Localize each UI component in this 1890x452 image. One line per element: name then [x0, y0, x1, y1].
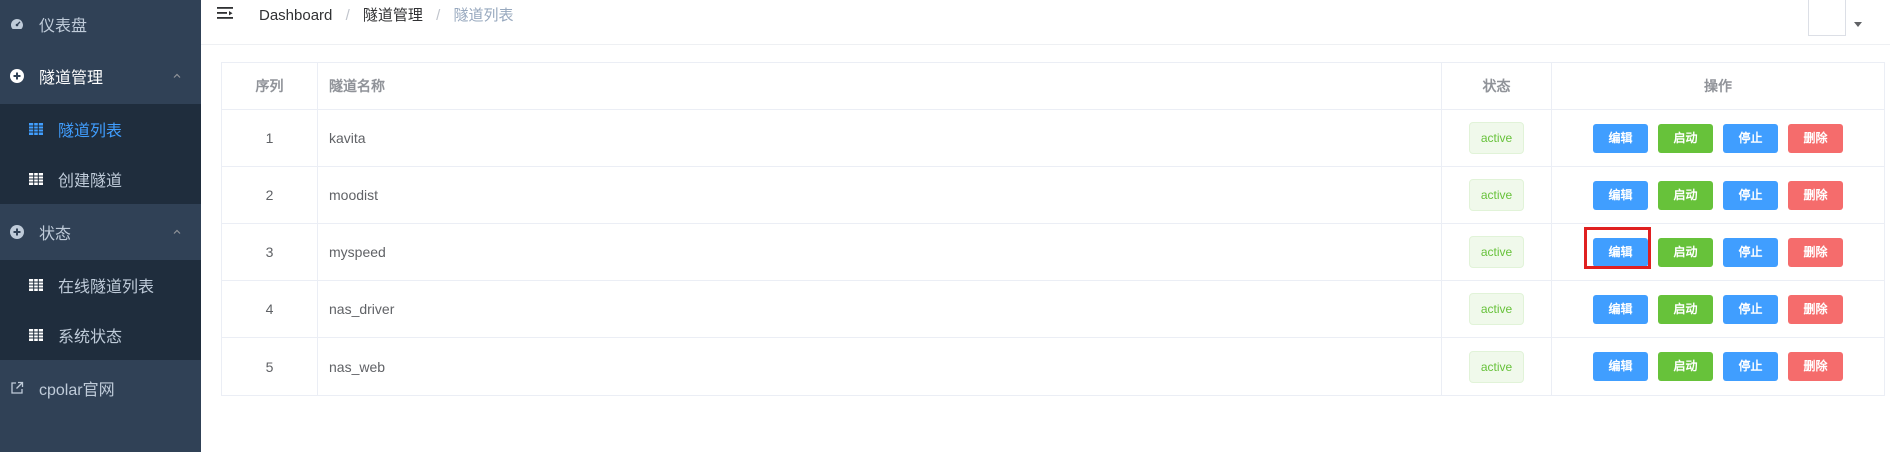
start-button[interactable]: 启动 — [1658, 237, 1713, 267]
tunnel-name: kavita — [318, 110, 1442, 166]
sidebar-item-label: 系统状态 — [58, 329, 123, 346]
table-row: 3 myspeed active 编辑 启动 停止 删除 — [222, 224, 1884, 281]
actions-cell: 编辑 启动 停止 删除 — [1552, 338, 1884, 395]
breadcrumb-separator: / — [436, 7, 441, 24]
stop-button[interactable]: 停止 — [1723, 352, 1778, 381]
column-header-actions: 操作 — [1704, 78, 1732, 94]
edit-button[interactable]: 编辑 — [1593, 123, 1648, 153]
status-badge: active — [1468, 122, 1525, 154]
start-button[interactable]: 启动 — [1658, 294, 1713, 324]
actions-cell: 编辑 启动 停止 删除 — [1552, 281, 1884, 337]
caret-down-icon[interactable] — [1854, 22, 1862, 27]
edit-button[interactable]: 编辑 — [1593, 352, 1648, 381]
sidebar-item-label: 创建隧道 — [58, 173, 123, 190]
table-row: 1 kavita active 编辑 启动 停止 删除 — [222, 110, 1884, 167]
plus-circle-icon — [9, 224, 25, 240]
grid-icon — [28, 171, 44, 187]
tunnel-name: moodist — [318, 167, 1442, 223]
row-index: 3 — [222, 224, 318, 280]
sidebar-item-tunnel-list[interactable]: 隧道列表 — [0, 104, 201, 154]
stop-button[interactable]: 停止 — [1723, 123, 1778, 153]
column-header-status: 状态 — [1442, 63, 1552, 109]
start-button[interactable]: 启动 — [1658, 352, 1713, 381]
sidebar-item-label: 仪表盘 — [39, 18, 88, 35]
sidebar-item-label: 隧道管理 — [39, 70, 104, 87]
grid-icon — [28, 277, 44, 293]
sidebar-item-tunnel-management[interactable]: 隧道管理 — [0, 48, 201, 104]
sidebar-item-label: cpolar官网 — [39, 382, 115, 399]
sidebar-item-label: 隧道列表 — [58, 123, 123, 140]
status-cell: active — [1442, 167, 1552, 223]
actions-cell: 编辑 启动 停止 删除 — [1552, 224, 1884, 280]
tunnel-name: nas_web — [318, 338, 1442, 395]
table-row: 4 nas_driver active 编辑 启动 停止 删除 — [222, 281, 1884, 338]
status-cell: active — [1442, 338, 1552, 395]
delete-button[interactable]: 删除 — [1788, 180, 1843, 210]
avatar[interactable] — [1808, 0, 1846, 36]
status-cell: active — [1442, 224, 1552, 280]
delete-button[interactable]: 删除 — [1788, 237, 1843, 267]
column-header-index: 序列 — [222, 63, 318, 109]
dashboard-icon — [9, 16, 25, 32]
status-badge: active — [1468, 350, 1525, 383]
sidebar-item-label: 状态 — [39, 226, 72, 243]
breadcrumb-dashboard[interactable]: Dashboard — [259, 7, 332, 24]
breadcrumb-separator: / — [345, 7, 350, 24]
grid-icon — [28, 121, 44, 137]
navbar: Dashboard / 隧道管理 / 隧道列表 — [201, 0, 1890, 45]
sidebar-item-create-tunnel[interactable]: 创建隧道 — [0, 154, 201, 204]
table-row: 2 moodist active 编辑 启动 停止 删除 — [222, 167, 1884, 224]
breadcrumb: Dashboard / 隧道管理 / 隧道列表 — [259, 0, 513, 32]
stop-button[interactable]: 停止 — [1723, 294, 1778, 324]
row-index: 4 — [222, 281, 318, 337]
status-badge: active — [1468, 179, 1525, 211]
status-cell: active — [1442, 110, 1552, 166]
status-cell: active — [1442, 281, 1552, 337]
actions-cell: 编辑 启动 停止 删除 — [1552, 167, 1884, 223]
sidebar-item-cpolar-site[interactable]: cpolar官网 — [0, 360, 201, 416]
delete-button[interactable]: 删除 — [1788, 352, 1843, 381]
sidebar-item-dashboard[interactable]: 仪表盘 — [0, 0, 201, 48]
breadcrumb-current: 隧道列表 — [453, 7, 514, 24]
status-badge: active — [1468, 293, 1525, 325]
sidebar-item-status[interactable]: 状态 — [0, 204, 201, 260]
column-header-name: 隧道名称 — [318, 63, 1442, 109]
chevron-up-icon — [173, 73, 181, 78]
sidebar-item-online-tunnels[interactable]: 在线隧道列表 — [0, 260, 201, 310]
tunnel-table: 序列 隧道名称 状态 操作 1 kavita active 编辑 启动 停止 删… — [221, 62, 1885, 396]
stop-button[interactable]: 停止 — [1723, 180, 1778, 210]
sidebar-item-system-status[interactable]: 系统状态 — [0, 310, 201, 360]
row-index: 2 — [222, 167, 318, 223]
row-index: 1 — [222, 110, 318, 166]
edit-button[interactable]: 编辑 — [1593, 237, 1648, 267]
edit-button[interactable]: 编辑 — [1593, 294, 1648, 324]
row-index: 5 — [222, 338, 318, 395]
start-button[interactable]: 启动 — [1658, 180, 1713, 210]
delete-button[interactable]: 删除 — [1788, 294, 1843, 324]
start-button[interactable]: 启动 — [1658, 123, 1713, 153]
sidebar-item-label: 在线隧道列表 — [58, 279, 155, 296]
highlighted-edit-wrapper: 编辑 — [1584, 226, 1653, 269]
breadcrumb-tunnel-management: 隧道管理 — [362, 7, 423, 24]
grid-icon — [28, 327, 44, 343]
delete-button[interactable]: 删除 — [1788, 123, 1843, 153]
edit-button[interactable]: 编辑 — [1593, 180, 1648, 210]
plus-circle-icon — [9, 68, 25, 84]
tunnel-name: nas_driver — [318, 281, 1442, 337]
external-link-icon — [9, 380, 25, 396]
table-row: 5 nas_web active 编辑 启动 停止 删除 — [222, 338, 1884, 395]
sidebar: 仪表盘 隧道管理 隧道列表 创建隧道 状态 在线隧道列表 系统状态 cpolar… — [0, 0, 201, 452]
table-header: 序列 隧道名称 状态 操作 — [222, 63, 1884, 110]
hamburger-icon[interactable] — [217, 6, 237, 24]
chevron-up-icon — [173, 229, 181, 234]
status-badge: active — [1468, 236, 1525, 268]
tunnel-name: myspeed — [318, 224, 1442, 280]
actions-cell: 编辑 启动 停止 删除 — [1552, 110, 1884, 166]
stop-button[interactable]: 停止 — [1723, 237, 1778, 267]
